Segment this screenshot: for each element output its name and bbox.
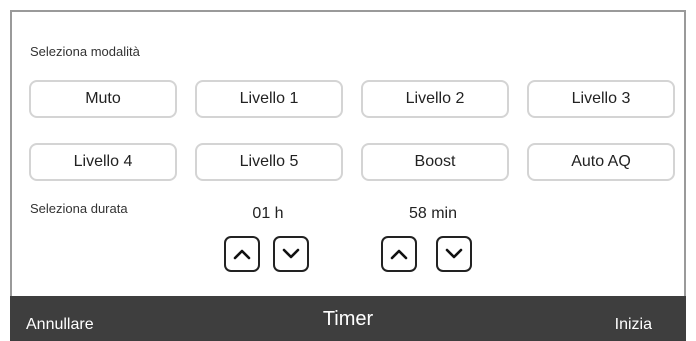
mode-button-boost[interactable]: Boost [361, 143, 509, 181]
mode-button-livello-2[interactable]: Livello 2 [361, 80, 509, 118]
minutes-increment-button[interactable] [381, 236, 417, 272]
chevron-down-icon [282, 248, 300, 259]
duration-section-label: Seleziona durata [30, 201, 128, 216]
top-divider [10, 10, 686, 12]
hours-decrement-button[interactable] [273, 236, 309, 272]
mode-button-livello-1[interactable]: Livello 1 [195, 80, 343, 118]
minutes-value: 58 min [408, 205, 458, 222]
mode-button-auto-aq[interactable]: Auto AQ [527, 143, 675, 181]
hours-value: 01 h [252, 205, 284, 222]
start-button[interactable]: Inizia [615, 316, 652, 334]
chevron-up-icon [233, 249, 251, 260]
chevron-down-icon [445, 248, 463, 259]
dialog-title: Timer [322, 308, 374, 330]
right-divider [684, 10, 686, 296]
mode-section-label: Seleziona modalità [30, 44, 140, 59]
mode-button-muto[interactable]: Muto [29, 80, 177, 118]
chevron-up-icon [390, 249, 408, 260]
hours-increment-button[interactable] [224, 236, 260, 272]
mode-button-livello-4[interactable]: Livello 4 [29, 143, 177, 181]
minutes-decrement-button[interactable] [436, 236, 472, 272]
left-divider [10, 10, 12, 296]
footer-bar: Annullare Timer Inizia [10, 296, 686, 341]
mode-button-livello-3[interactable]: Livello 3 [527, 80, 675, 118]
mode-button-livello-5[interactable]: Livello 5 [195, 143, 343, 181]
timer-dialog: Seleziona modalità Muto Livello 1 Livell… [0, 0, 696, 341]
